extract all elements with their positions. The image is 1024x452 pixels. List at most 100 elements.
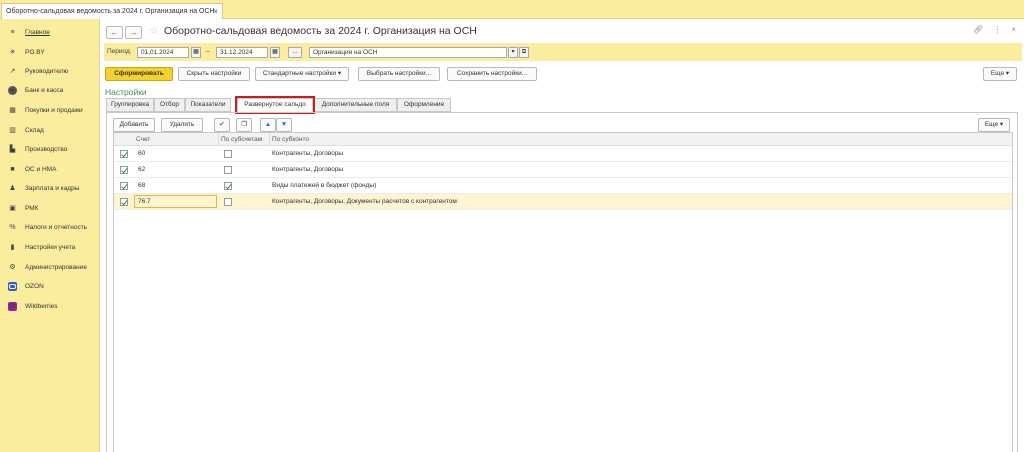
wildberries-logo-icon: W	[8, 301, 17, 311]
sidebar-item[interactable]: ↗ Руководителю	[8, 64, 100, 78]
check-all-icon[interactable]: ✔	[214, 118, 230, 132]
sidebar-item[interactable]: ⚙ Администрирование	[8, 260, 100, 274]
sidebar-item[interactable]: ▮ Настройки учета	[8, 240, 100, 254]
copy-icon[interactable]: ❐	[236, 118, 252, 132]
account-cell[interactable]: 60	[138, 150, 145, 157]
sidebar-item-label: Настройки учета	[25, 243, 76, 251]
sidebar-item-label: Зарплата и кадры	[25, 184, 80, 192]
table-row[interactable]: 76.7 Контрагенты, Договоры, Документы рас…	[114, 194, 1012, 210]
account-cell[interactable]: 68	[138, 182, 145, 189]
panel-more-label: Еще	[984, 121, 999, 128]
sidebar-item[interactable]: ■ ОС и НМА	[8, 162, 100, 176]
generate-button[interactable]: Сформировать	[105, 67, 173, 81]
table-row[interactable]: 60 Контрагенты, Договоры	[114, 146, 1012, 162]
sidebar-item[interactable]: ● Банк и касса	[8, 83, 100, 97]
close-icon[interactable]: ×	[1011, 25, 1016, 34]
add-button[interactable]: Добавить	[113, 118, 155, 132]
sidebar-item-label: PO.BY	[25, 48, 45, 56]
sidebar-item-label: ОС и НМА	[25, 165, 57, 173]
by-subaccounts-checkbox[interactable]	[224, 166, 232, 174]
period-bar: Период: 01.01.2024 ▦ – 31.12.2024 ▦ ... …	[104, 43, 1022, 61]
cart-icon: ▦	[9, 107, 16, 114]
sidebar: ≡ Главное ✳ PO.BY ↗ Руководителю ● Банк и касса…	[0, 19, 100, 452]
forward-button[interactable]: →	[125, 26, 142, 39]
by-subaccounts-checkbox[interactable]	[224, 182, 232, 190]
tab-appearance[interactable]: Оформление	[397, 98, 451, 112]
tab-additional-fields[interactable]: Дополнительные поля	[314, 98, 397, 112]
menu-icon: ≡	[10, 28, 15, 36]
tab-grouping[interactable]: Группировка	[106, 98, 154, 112]
by-subaccounts-checkbox[interactable]	[224, 198, 232, 206]
sidebar-item[interactable]: ✳ PO.BY	[8, 45, 100, 59]
link-icon[interactable]: 🔗︎	[973, 25, 983, 34]
table-row[interactable]: 68 Виды платежей в бюджет (фонды)	[114, 178, 1012, 194]
more-actions-label: Еще	[990, 70, 1005, 77]
warehouse-icon: ▥	[9, 127, 16, 134]
row-use-checkbox[interactable]	[120, 166, 128, 174]
close-tab-icon[interactable]: ×	[213, 7, 218, 16]
sidebar-item[interactable]: ▙ Производство	[8, 142, 100, 156]
subconto-cell[interactable]: Контрагенты, Договоры	[272, 166, 343, 173]
hide-settings-button[interactable]: Скрыть настройки	[178, 67, 250, 81]
delete-button[interactable]: Удалить	[161, 118, 203, 132]
organization-input[interactable]: Организация на ОСН	[309, 47, 507, 58]
more-vertical-icon[interactable]: ⋮	[993, 25, 1001, 34]
organization-open-icon[interactable]: ⧉	[519, 47, 529, 58]
more-actions-button[interactable]: Еще ▾	[983, 67, 1017, 81]
settings-title: Настройки	[105, 87, 147, 97]
sidebar-item[interactable]: W Wildberries	[8, 299, 100, 313]
column-account[interactable]: Счет	[136, 136, 150, 143]
row-use-checkbox[interactable]	[120, 198, 128, 206]
panel-more-button[interactable]: Еще ▾	[978, 118, 1010, 132]
back-button[interactable]: ←	[106, 26, 123, 39]
sun-icon: ✳	[9, 49, 16, 56]
row-use-checkbox[interactable]	[120, 150, 128, 158]
period-from-input[interactable]: 01.01.2024	[137, 47, 189, 58]
tab-indicators[interactable]: Показатели	[185, 98, 231, 112]
standard-settings-label: Стандартные настройки	[262, 70, 337, 77]
sidebar-item[interactable]: ▣ РМК	[8, 201, 100, 215]
table-header: Счет По субсчетам По субконто	[114, 133, 1012, 146]
sidebar-item[interactable]: ♟ Зарплата и кадры	[8, 181, 100, 195]
sidebar-item-label: Склад	[25, 126, 44, 134]
sidebar-item-label: Производство	[25, 145, 68, 153]
sidebar-item[interactable]: OZON	[8, 279, 100, 293]
factory-icon: ▙	[9, 146, 16, 153]
by-subaccounts-checkbox[interactable]	[224, 150, 232, 158]
period-select-button[interactable]: ...	[288, 47, 302, 58]
tab-filter[interactable]: Отбор	[154, 98, 185, 112]
title-actions: 🔗︎ ⋮ ×	[973, 25, 1016, 34]
column-by-subconto[interactable]: По субконто	[272, 136, 309, 143]
cash-register-icon: ▣	[9, 205, 16, 212]
sidebar-item[interactable]: % Налоги и отчетность	[8, 220, 100, 234]
expanded-balance-panel: Добавить Удалить ✔ ❐ ▲ ▼ Еще ▾ Счет По с…	[106, 112, 1018, 452]
sidebar-item-label: Банк и касса	[25, 86, 64, 94]
gear-icon: ⚙	[9, 264, 16, 271]
choose-settings-button[interactable]: Выбрать настройки...	[358, 67, 440, 81]
subconto-cell[interactable]: Виды платежей в бюджет (фонды)	[272, 182, 376, 189]
subconto-cell[interactable]: Контрагенты, Договоры, Документы расчето…	[272, 198, 457, 205]
standard-settings-button[interactable]: Стандартные настройки ▾	[255, 67, 349, 81]
favorite-star-icon[interactable]: ☆	[149, 24, 159, 37]
subconto-cell[interactable]: Контрагенты, Договоры	[272, 150, 343, 157]
account-cell[interactable]: 76.7	[134, 195, 217, 208]
sidebar-item-label: OZON	[25, 282, 44, 290]
sidebar-item[interactable]: ▦ Покупки и продажи	[8, 103, 100, 117]
sidebar-item[interactable]: ▥ Склад	[8, 123, 100, 137]
calendar-from-icon[interactable]: ▦	[191, 47, 201, 58]
move-up-icon[interactable]: ▲	[260, 118, 276, 132]
book-icon: ▮	[10, 244, 15, 251]
document-tab-label: Оборотно-сальдовая ведомость за 2024 г. …	[6, 8, 215, 15]
organization-dropdown-icon[interactable]: ▾	[508, 47, 518, 58]
account-cell[interactable]: 62	[138, 166, 145, 173]
period-to-input[interactable]: 31.12.2024	[216, 47, 268, 58]
column-by-subaccounts[interactable]: По субсчетам	[221, 136, 262, 143]
calendar-to-icon[interactable]: ▦	[270, 47, 280, 58]
row-use-checkbox[interactable]	[120, 182, 128, 190]
sidebar-item[interactable]: ≡ Главное	[8, 25, 100, 39]
expanded-balance-table: Счет По субсчетам По субконто 60 Контраге…	[113, 132, 1013, 452]
save-settings-button[interactable]: Сохранить настройки...	[447, 67, 537, 81]
document-tab[interactable]: Оборотно-сальдовая ведомость за 2024 г. …	[1, 3, 223, 19]
move-down-icon[interactable]: ▼	[276, 118, 292, 132]
table-row[interactable]: 62 Контрагенты, Договоры	[114, 162, 1012, 178]
